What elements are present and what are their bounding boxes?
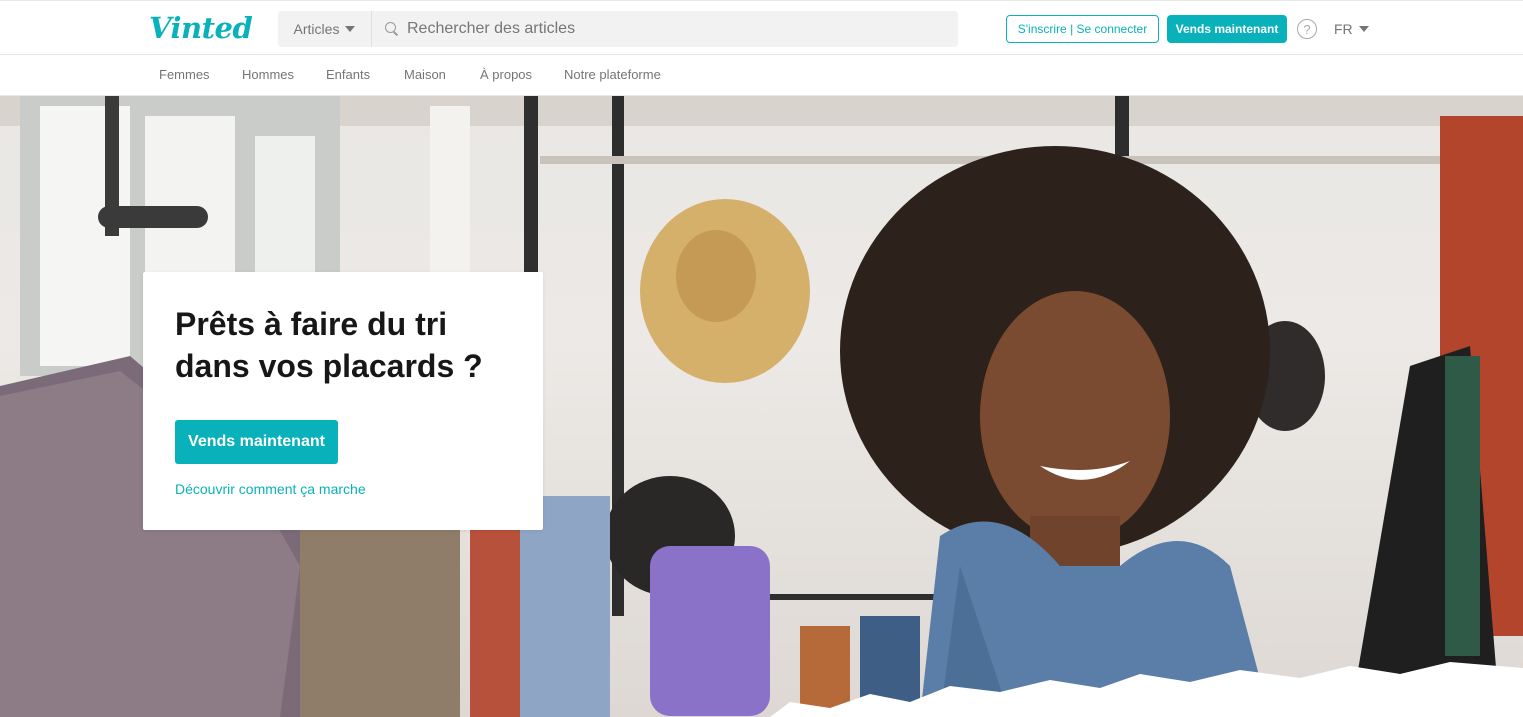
hero-card: Prêts à faire du tri dans vos placards ?… bbox=[143, 272, 543, 530]
nav-item-femmes[interactable]: Femmes bbox=[159, 67, 210, 82]
chevron-down-icon bbox=[1358, 26, 1369, 32]
top-header: Vinted Articles S'inscrire | Se connecte… bbox=[0, 0, 1523, 55]
language-label: FR bbox=[1334, 21, 1353, 37]
language-selector[interactable]: FR bbox=[1334, 21, 1369, 37]
search-bar: Articles bbox=[278, 11, 958, 47]
nav-item-enfants[interactable]: Enfants bbox=[326, 67, 370, 82]
signup-login-button[interactable]: S'inscrire | Se connecter bbox=[1006, 15, 1159, 43]
category-nav: Femmes Hommes Enfants Maison À propos No… bbox=[0, 55, 1523, 96]
search-icon bbox=[385, 22, 399, 36]
nav-item-a-propos[interactable]: À propos bbox=[480, 67, 532, 82]
search-input[interactable] bbox=[407, 20, 947, 38]
sell-now-hero-button[interactable]: Vends maintenant bbox=[175, 420, 338, 464]
nav-item-notre-plateforme[interactable]: Notre plateforme bbox=[564, 67, 661, 82]
nav-item-maison[interactable]: Maison bbox=[404, 67, 446, 82]
vinted-logo[interactable]: Vinted bbox=[149, 11, 253, 45]
hero-title: Prêts à faire du tri dans vos placards ? bbox=[175, 306, 483, 384]
catalog-select[interactable]: Articles bbox=[278, 11, 372, 47]
hero-banner: Prêts à faire du tri dans vos placards ?… bbox=[0, 96, 1523, 717]
chevron-down-icon bbox=[345, 26, 356, 32]
how-it-works-link[interactable]: Découvrir comment ça marche bbox=[175, 481, 366, 497]
nav-item-hommes[interactable]: Hommes bbox=[242, 67, 294, 82]
catalog-select-label: Articles bbox=[293, 21, 340, 37]
sell-now-header-button[interactable]: Vends maintenant bbox=[1167, 15, 1287, 43]
question-circle-icon[interactable]: ? bbox=[1297, 19, 1317, 39]
